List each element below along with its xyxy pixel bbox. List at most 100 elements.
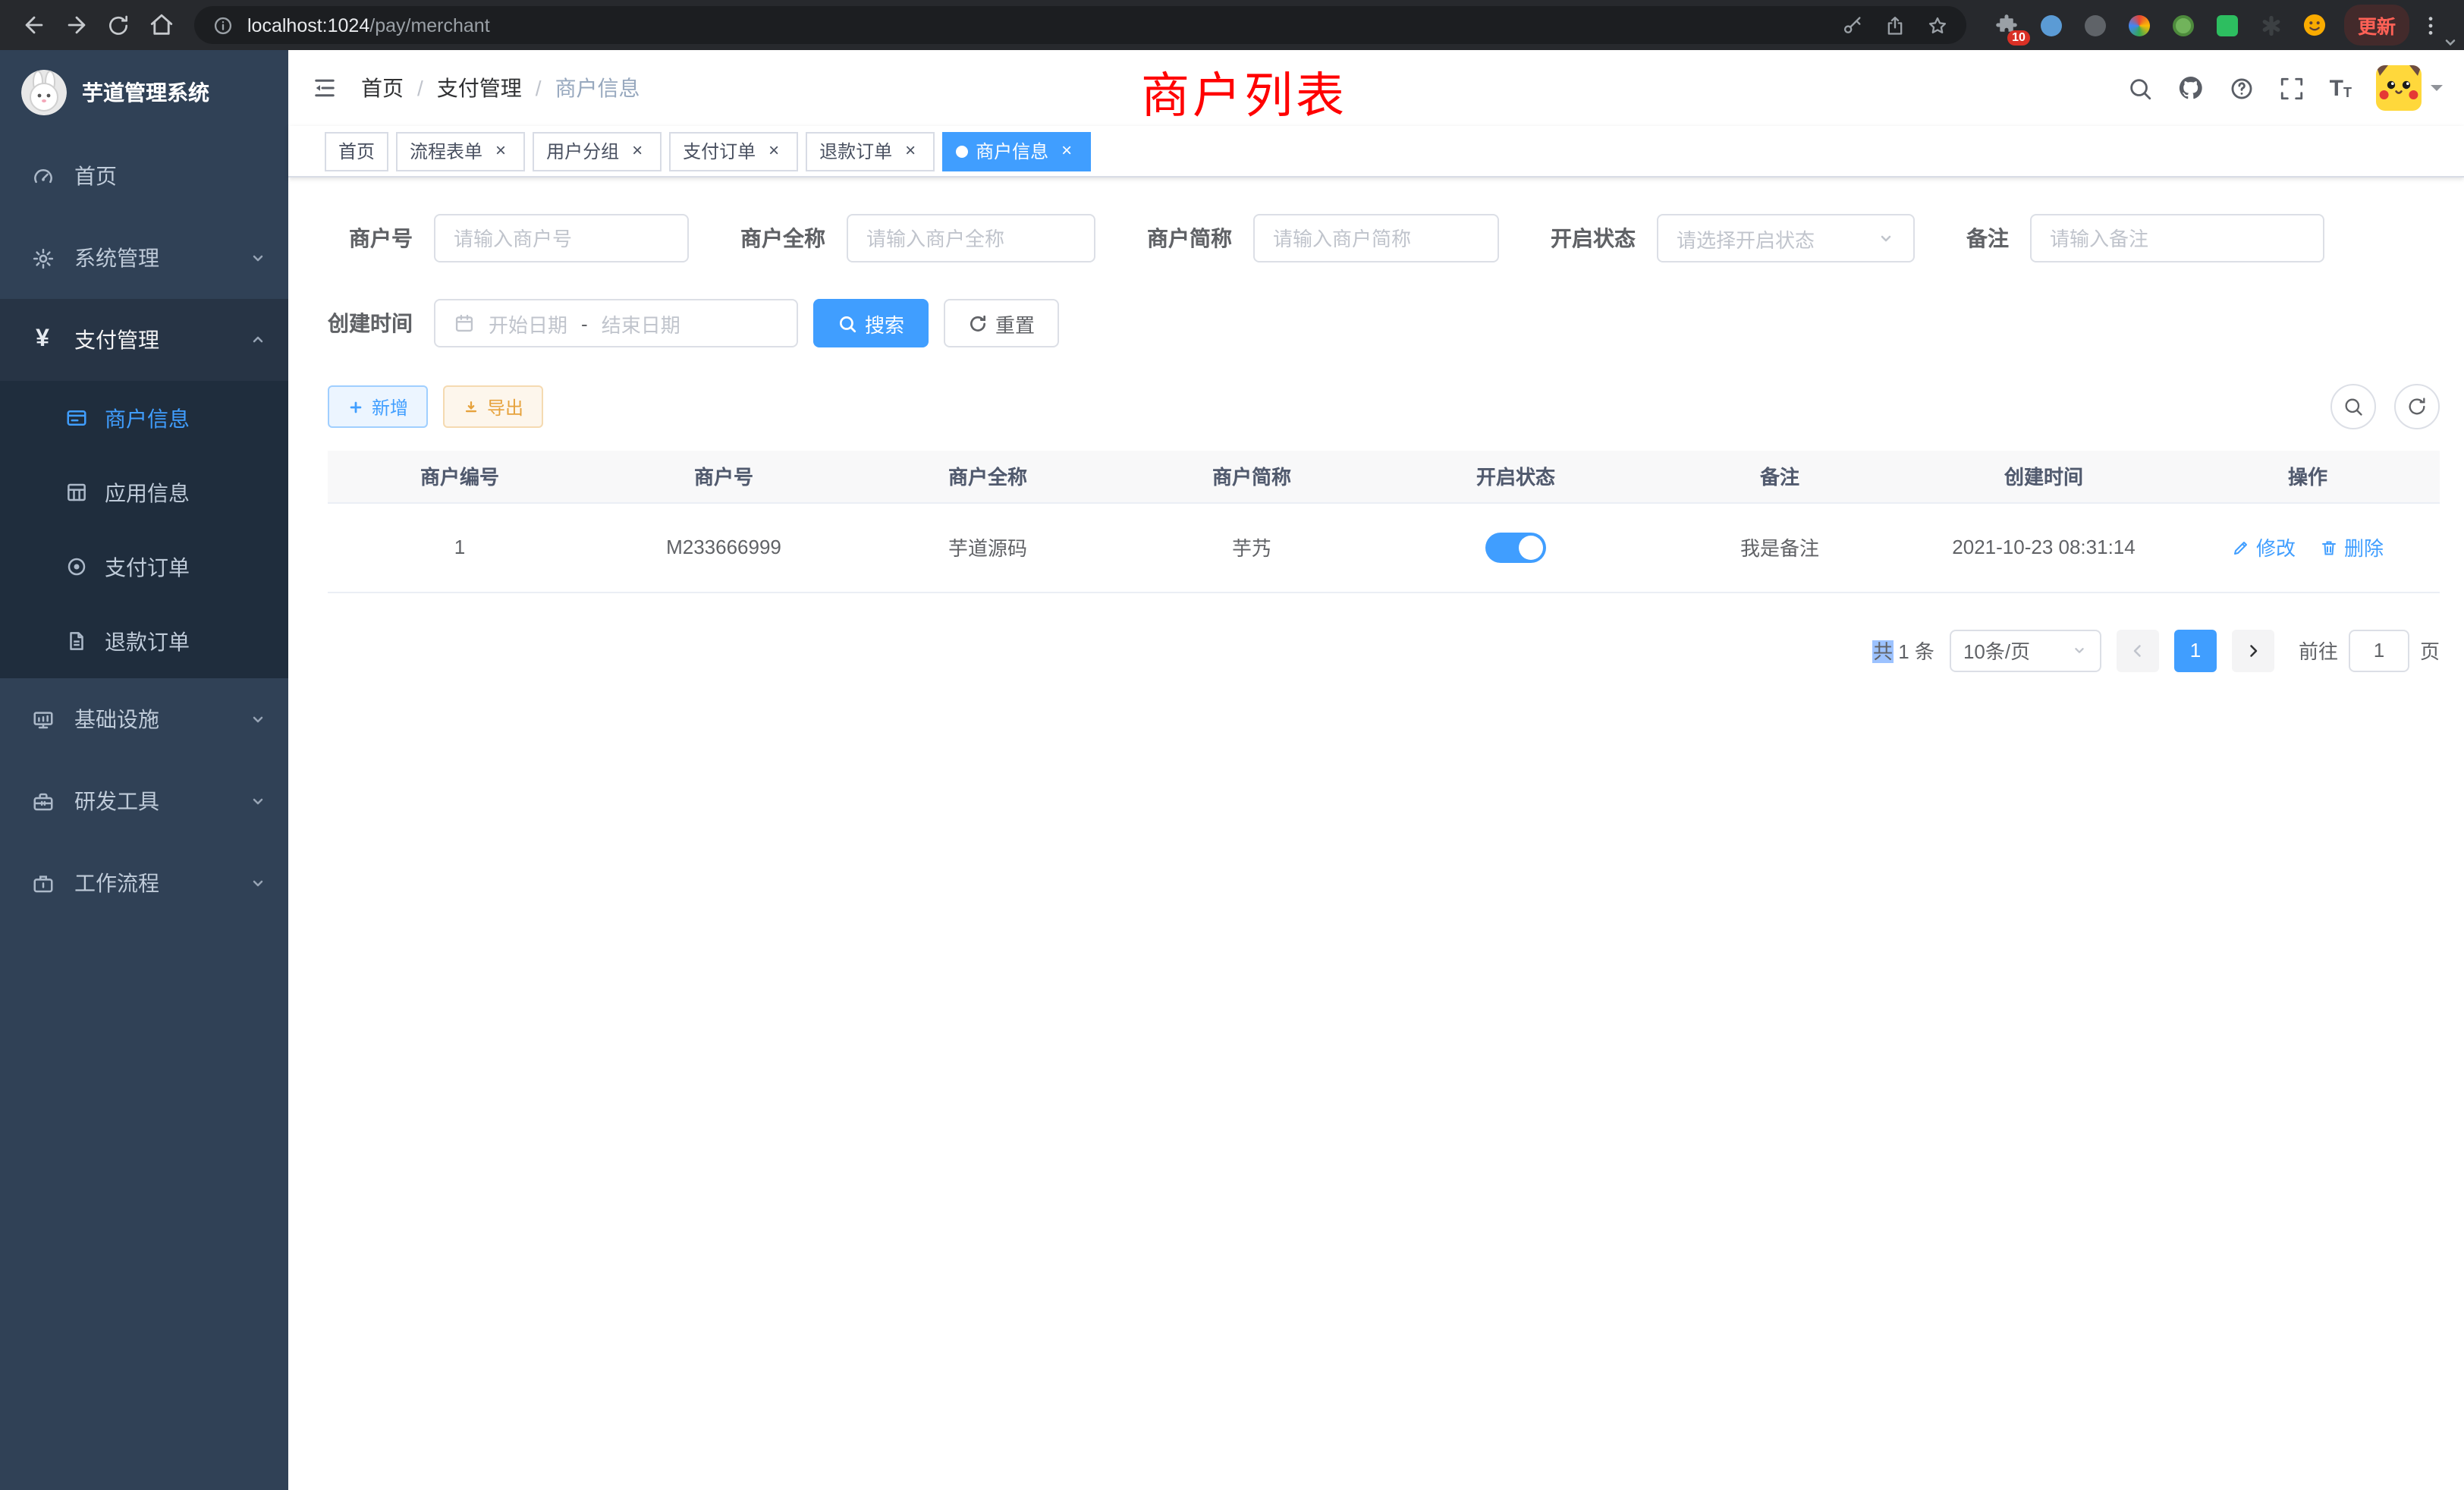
extension-blue-icon[interactable] bbox=[2038, 11, 2065, 39]
extension-puzzle-icon[interactable]: 10 bbox=[1994, 11, 2021, 39]
col-create-time: 创建时间 bbox=[1912, 451, 2176, 502]
tab-user-group[interactable]: 用户分组 × bbox=[533, 131, 662, 171]
col-full-name: 商户全称 bbox=[856, 451, 1120, 502]
toolbox-icon bbox=[30, 790, 55, 813]
create-time-range-picker[interactable]: 开始日期 - 结束日期 bbox=[434, 299, 798, 347]
tab-merchant-info[interactable]: 商户信息 × bbox=[942, 131, 1091, 171]
sidebar-item-system[interactable]: 系统管理 bbox=[0, 217, 288, 299]
filter-row-1: 商户号 商户全称 商户简称 开启状态 请选择开启状态 bbox=[328, 214, 2440, 262]
reload-icon bbox=[106, 13, 130, 37]
github-icon[interactable] bbox=[2178, 74, 2205, 102]
edit-pen-icon bbox=[2232, 538, 2250, 556]
cell-full-name: 芋道源码 bbox=[856, 502, 1120, 592]
goto-page-input[interactable] bbox=[2349, 629, 2409, 671]
back-button[interactable] bbox=[12, 4, 55, 46]
navbar-actions: TT bbox=[2128, 65, 2443, 111]
help-icon[interactable] bbox=[2230, 75, 2255, 101]
remark-input[interactable] bbox=[2030, 214, 2324, 262]
sidebar-item-workflow[interactable]: 工作流程 bbox=[0, 842, 288, 924]
extension-pinwheel-icon[interactable] bbox=[2258, 11, 2285, 39]
sidebar-item-infra[interactable]: 基础设施 bbox=[0, 678, 288, 760]
sidebar-item-pay-order[interactable]: 支付订单 bbox=[0, 530, 288, 604]
search-button[interactable]: 搜索 bbox=[813, 299, 929, 347]
edit-button[interactable]: 修改 bbox=[2232, 533, 2296, 561]
prev-page-button[interactable] bbox=[2117, 629, 2159, 671]
sidebar-item-pay[interactable]: ¥ 支付管理 bbox=[0, 299, 288, 381]
home-button[interactable] bbox=[140, 4, 182, 46]
sidebar-item-app-info[interactable]: 应用信息 bbox=[0, 455, 288, 530]
monitor-chart-icon bbox=[30, 708, 55, 731]
app-logo[interactable]: 芋道管理系统 bbox=[0, 50, 288, 135]
total-count: 共 1 条 bbox=[1873, 636, 1934, 665]
delete-button[interactable]: 删除 bbox=[2320, 533, 2384, 561]
sidebar-item-merchant-info[interactable]: 商户信息 bbox=[0, 381, 288, 455]
status-toggle[interactable] bbox=[1485, 532, 1546, 562]
tab-refund-order[interactable]: 退款订单 × bbox=[806, 131, 935, 171]
chevron-down-icon bbox=[2071, 642, 2088, 659]
toolbar-overflow-caret[interactable] bbox=[2443, 35, 2458, 50]
chevron-right-icon bbox=[2244, 641, 2262, 659]
col-merchant-id: 商户编号 bbox=[328, 451, 592, 502]
close-icon[interactable]: × bbox=[763, 140, 784, 162]
extension-color-wheel-icon[interactable] bbox=[2126, 11, 2153, 39]
breadcrumb: 首页 / 支付管理 / 商户信息 bbox=[361, 73, 640, 103]
sidebar-item-dev-tools[interactable]: 研发工具 bbox=[0, 760, 288, 842]
reload-button[interactable] bbox=[97, 4, 140, 46]
sidebar-item-home[interactable]: 首页 bbox=[0, 135, 288, 217]
close-icon[interactable]: × bbox=[1056, 140, 1077, 162]
refresh-table-button[interactable] bbox=[2394, 384, 2440, 429]
extension-green-avatar-icon[interactable] bbox=[2170, 11, 2197, 39]
full-name-input[interactable] bbox=[847, 214, 1095, 262]
pay-submenu: 商户信息 应用信息 支付订单 bbox=[0, 381, 288, 678]
chevron-down-icon bbox=[249, 874, 267, 892]
page-number-1[interactable]: 1 bbox=[2174, 629, 2217, 671]
refresh-icon bbox=[2406, 396, 2428, 417]
fullscreen-icon[interactable] bbox=[2280, 75, 2305, 101]
forward-button[interactable] bbox=[55, 4, 97, 46]
extension-dark-icon[interactable] bbox=[2082, 11, 2109, 39]
breadcrumb-home[interactable]: 首页 bbox=[361, 73, 404, 103]
user-menu[interactable] bbox=[2376, 65, 2443, 111]
tab-pay-order[interactable]: 支付订单 × bbox=[669, 131, 798, 171]
tab-home[interactable]: 首页 bbox=[325, 131, 388, 171]
font-size-icon[interactable]: TT bbox=[2330, 77, 2352, 99]
address-bar[interactable]: localhost:1024/pay/merchant bbox=[194, 6, 1966, 44]
breadcrumb-pay[interactable]: 支付管理 bbox=[437, 73, 522, 103]
next-page-button[interactable] bbox=[2232, 629, 2274, 671]
close-icon[interactable]: × bbox=[900, 140, 921, 162]
tab-process-form[interactable]: 流程表单 × bbox=[396, 131, 525, 171]
short-name-input[interactable] bbox=[1253, 214, 1499, 262]
browser-update-button[interactable]: 更新 bbox=[2344, 5, 2409, 46]
status-select[interactable]: 请选择开启状态 bbox=[1657, 214, 1915, 262]
full-name-label: 商户全称 bbox=[740, 223, 825, 253]
site-info-icon[interactable] bbox=[212, 14, 234, 36]
merchant-no-label: 商户号 bbox=[328, 223, 413, 253]
close-icon[interactable]: × bbox=[490, 140, 511, 162]
breadcrumb-current: 商户信息 bbox=[555, 73, 640, 103]
extension-green-square-icon[interactable] bbox=[2214, 11, 2241, 39]
search-icon[interactable] bbox=[2128, 75, 2154, 101]
hamburger-icon[interactable] bbox=[288, 74, 361, 102]
share-icon[interactable] bbox=[1884, 14, 1906, 36]
close-icon[interactable]: × bbox=[627, 140, 648, 162]
merchant-no-input[interactable] bbox=[434, 214, 689, 262]
tags-view: 首页 流程表单 × 用户分组 × 支付订单 × 退款订单 × bbox=[288, 126, 2464, 178]
plus-icon bbox=[347, 398, 364, 415]
export-button[interactable]: 导出 bbox=[443, 385, 543, 428]
toggle-search-button[interactable] bbox=[2330, 384, 2376, 429]
col-status: 开启状态 bbox=[1384, 451, 1648, 502]
bookmark-star-icon[interactable] bbox=[1927, 14, 1948, 36]
url-text: localhost:1024/pay/merchant bbox=[247, 14, 1821, 36]
page-size-select[interactable]: 10条/页 bbox=[1950, 629, 2101, 671]
add-button[interactable]: 新增 bbox=[328, 385, 428, 428]
grid-icon bbox=[64, 481, 88, 504]
sidebar-item-refund-order[interactable]: 退款订单 bbox=[0, 604, 288, 678]
chevron-down-icon bbox=[2431, 85, 2443, 97]
password-key-icon[interactable] bbox=[1842, 14, 1863, 36]
arrow-right-icon bbox=[63, 12, 89, 38]
home-icon bbox=[148, 12, 174, 38]
extension-emoji-icon[interactable] bbox=[2302, 11, 2329, 39]
cell-merchant-id: 1 bbox=[328, 502, 592, 592]
reset-button[interactable]: 重置 bbox=[944, 299, 1059, 347]
merchant-card-icon bbox=[64, 407, 88, 429]
